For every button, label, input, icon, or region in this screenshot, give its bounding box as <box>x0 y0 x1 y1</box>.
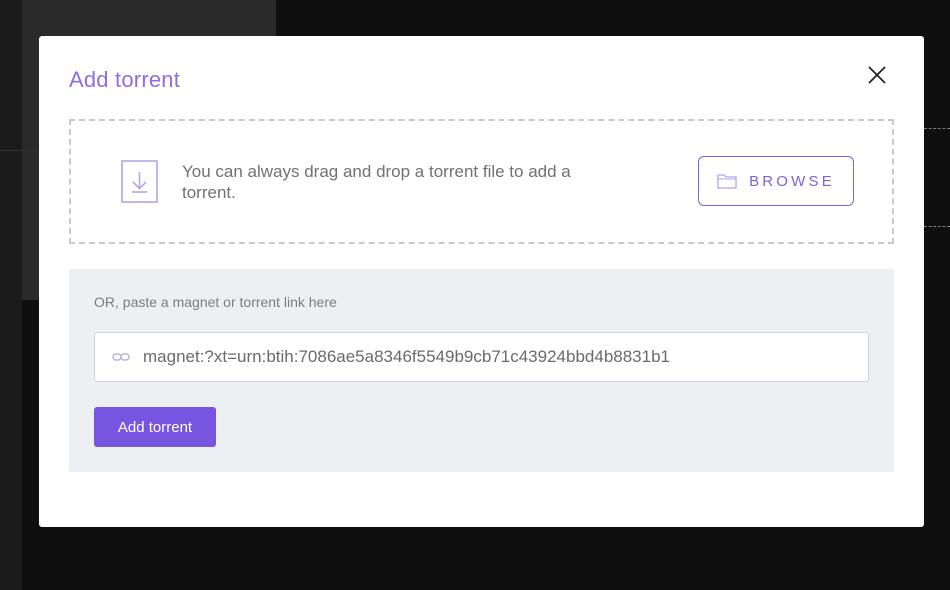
folder-icon <box>717 173 737 189</box>
modal-title: Add torrent <box>69 67 181 92</box>
link-hint: OR, paste a magnet or torrent link here <box>94 294 337 310</box>
browse-label: BROWSE <box>749 172 835 190</box>
drop-instructions: You can always drag and drop a torrent f… <box>182 162 571 202</box>
link-icon <box>112 353 130 361</box>
background-sidebar <box>0 0 22 590</box>
browse-button[interactable]: BROWSE <box>698 156 854 206</box>
close-button[interactable] <box>866 64 888 86</box>
link-input-container <box>94 332 869 382</box>
add-torrent-modal: Add torrent You can always drag and drop… <box>39 36 924 527</box>
background-dashed-line <box>924 226 950 227</box>
add-torrent-button[interactable]: Add torrent <box>94 407 216 447</box>
magnet-link-input[interactable] <box>143 333 858 381</box>
close-icon <box>868 66 886 84</box>
background-dashed-line <box>924 128 950 129</box>
file-drop-zone[interactable]: You can always drag and drop a torrent f… <box>69 119 894 244</box>
download-icon <box>121 160 158 203</box>
magnet-link-panel: OR, paste a magnet or torrent link here … <box>69 269 894 472</box>
